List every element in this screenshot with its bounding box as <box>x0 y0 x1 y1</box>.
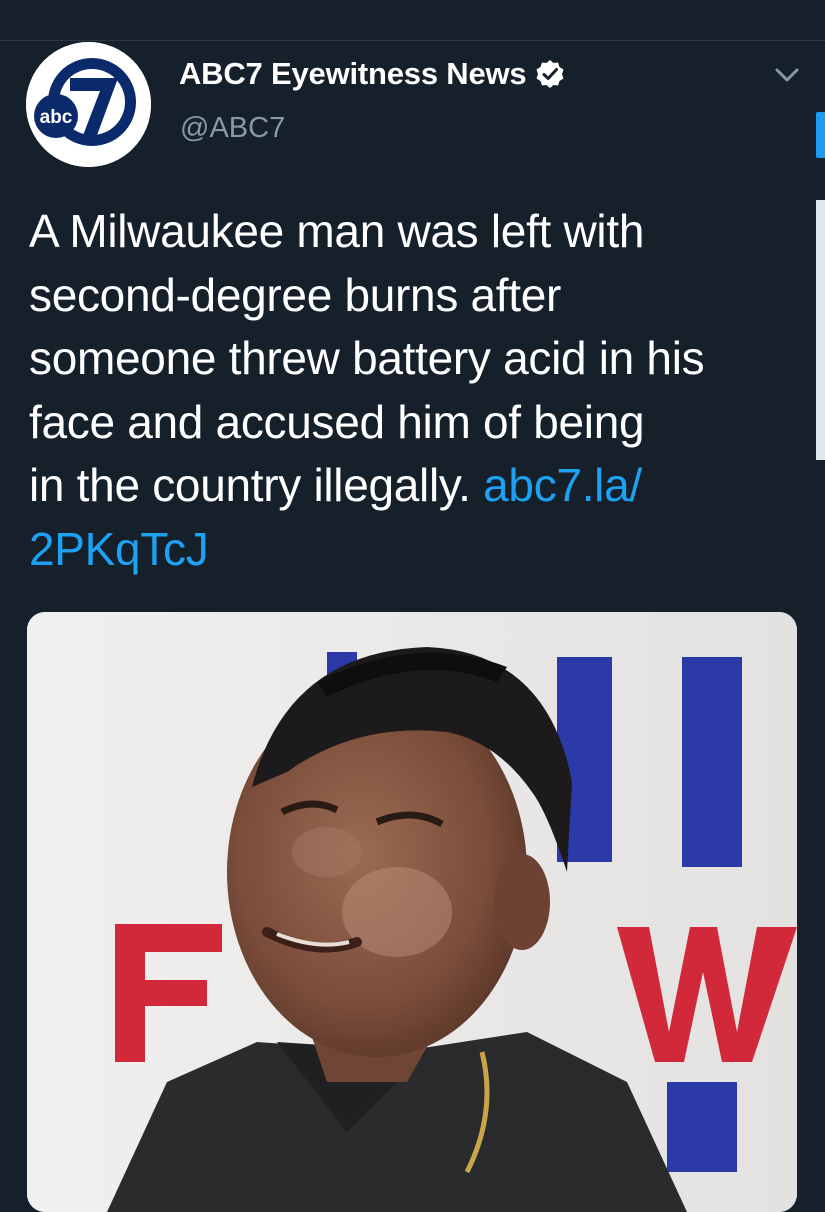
scroll-indicator <box>816 112 825 158</box>
scrollbar-track[interactable] <box>816 200 825 460</box>
author-name[interactable]: ABC7 Eyewitness News <box>179 56 527 92</box>
author-line[interactable]: ABC7 Eyewitness News <box>179 56 565 92</box>
chevron-down-icon[interactable] <box>770 58 804 92</box>
tweet-line: face and accused him of being <box>29 395 645 448</box>
verified-badge-icon <box>535 59 565 89</box>
tweet-line: A Milwaukee man was left with <box>29 205 645 257</box>
top-divider <box>0 40 825 41</box>
man-at-podium-image <box>27 612 797 1212</box>
avatar[interactable]: abc <box>26 42 151 167</box>
svg-text:abc: abc <box>40 107 73 128</box>
author-handle[interactable]: @ABC7 <box>180 112 285 145</box>
abc7-logo-icon: abc <box>26 42 151 167</box>
tweet-text: A Milwaukee man was left with second-deg… <box>29 200 809 581</box>
tweet-media[interactable] <box>27 612 797 1212</box>
tweet-link[interactable]: abc7.la/ <box>483 459 642 511</box>
tweet-line: second-degree burns after <box>29 268 562 321</box>
tweet-line-text: in the country illegally. <box>29 459 484 511</box>
tweet-line: in the country illegally. abc7.la/ <box>29 454 809 518</box>
tweet-link-continued[interactable]: 2PKqTcJ <box>29 523 209 575</box>
tweet-line: someone threw battery acid in his <box>29 332 705 384</box>
